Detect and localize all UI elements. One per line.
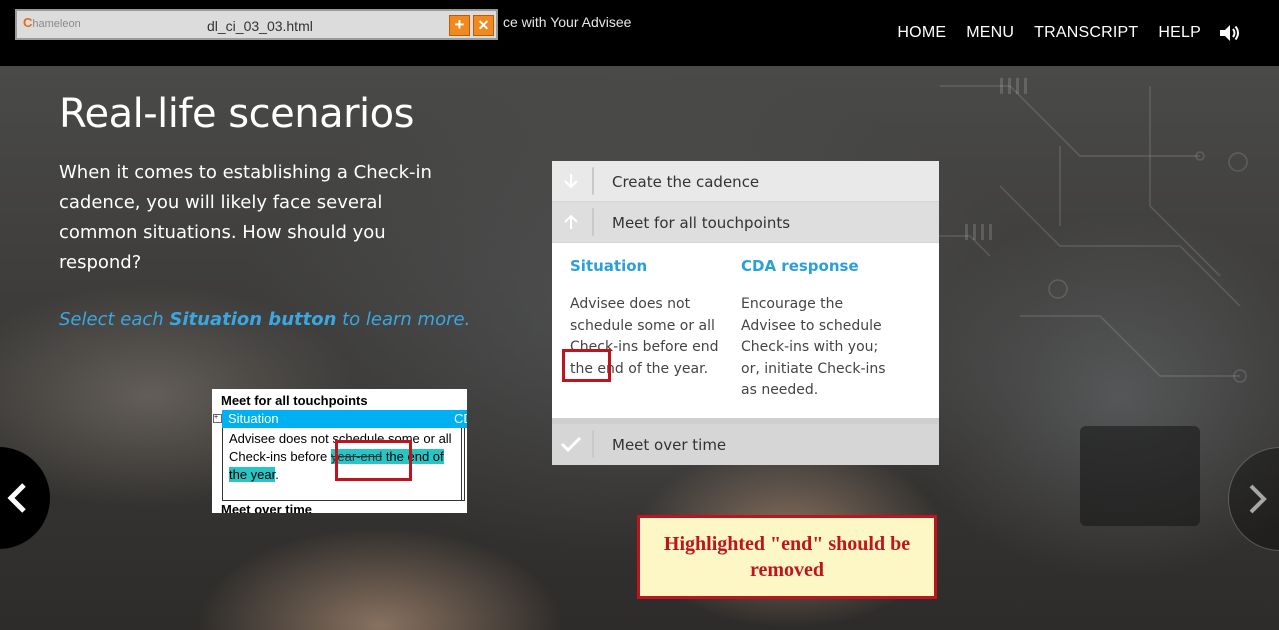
accordion-item-create-cadence[interactable]: Create the cadence [552,161,939,202]
accordion-label: Meet for all touchpoints [612,214,791,232]
accordion-label: Meet over time [612,436,727,454]
annotation-highlight-box [562,349,611,382]
situation-header: Situation [570,257,648,275]
separator [592,167,594,195]
nav-transcript[interactable]: TRANSCRIPT [1034,24,1138,42]
accordion-panel: Situation CDA response Advisee does not … [552,243,939,418]
doc-table-header: Situation CD [222,410,467,428]
nav-home[interactable]: HOME [897,24,946,42]
speaker-icon[interactable] [1219,23,1241,43]
separator [592,208,594,236]
top-navigation: HOME MENU TRANSCRIPT HELP [877,23,1241,43]
arrow-down-icon [552,161,590,201]
doc-next-section-title: Meet over time [221,502,313,513]
doc-col-situation: Situation [228,411,279,426]
doc-cell-border [461,428,462,500]
cda-response-header: CDA response [741,257,859,275]
course-title: ce with Your Advisee [503,14,632,30]
nav-help[interactable]: HELP [1158,24,1201,42]
arrow-up-icon [552,202,590,242]
chevron-left-icon [7,483,26,513]
chevron-right-icon [1249,484,1267,514]
checkmark-icon [552,424,590,464]
separator [592,430,594,458]
accordion-label: Create the cadence [612,173,760,191]
window-filename: dl_ci_03_03.html [207,18,313,34]
doc-section-title: Meet for all touchpoints [221,393,368,408]
accordion-item-meet-over-time[interactable]: Meet over time [552,418,939,465]
page-title: Real-life scenarios [59,91,414,137]
scenario-accordion: Create the cadence Meet for all touchpoi… [552,161,939,465]
intro-text: When it comes to establishing a Check-in… [59,162,432,273]
table-move-handle-icon: + [213,414,222,423]
annotation-highlight-box [335,440,412,481]
accordion-item-meet-all-touchpoints[interactable]: Meet for all touchpoints [552,202,939,243]
nav-menu[interactable]: MENU [966,24,1014,42]
cda-response-text: Encourage the Advisee to schedule Check-… [741,296,886,398]
chameleon-window-bar: Chameleon dl_ci_03_03.html + ✕ [15,9,498,40]
chameleon-logo: Chameleon [23,15,81,30]
close-button[interactable]: ✕ [473,15,494,36]
annotation-callout: Highlighted "end" should be removed [637,515,937,599]
instruction-text: Select each Situation button to learn mo… [59,309,471,330]
doc-col-cda: CD [454,411,467,426]
add-button[interactable]: + [449,15,470,36]
